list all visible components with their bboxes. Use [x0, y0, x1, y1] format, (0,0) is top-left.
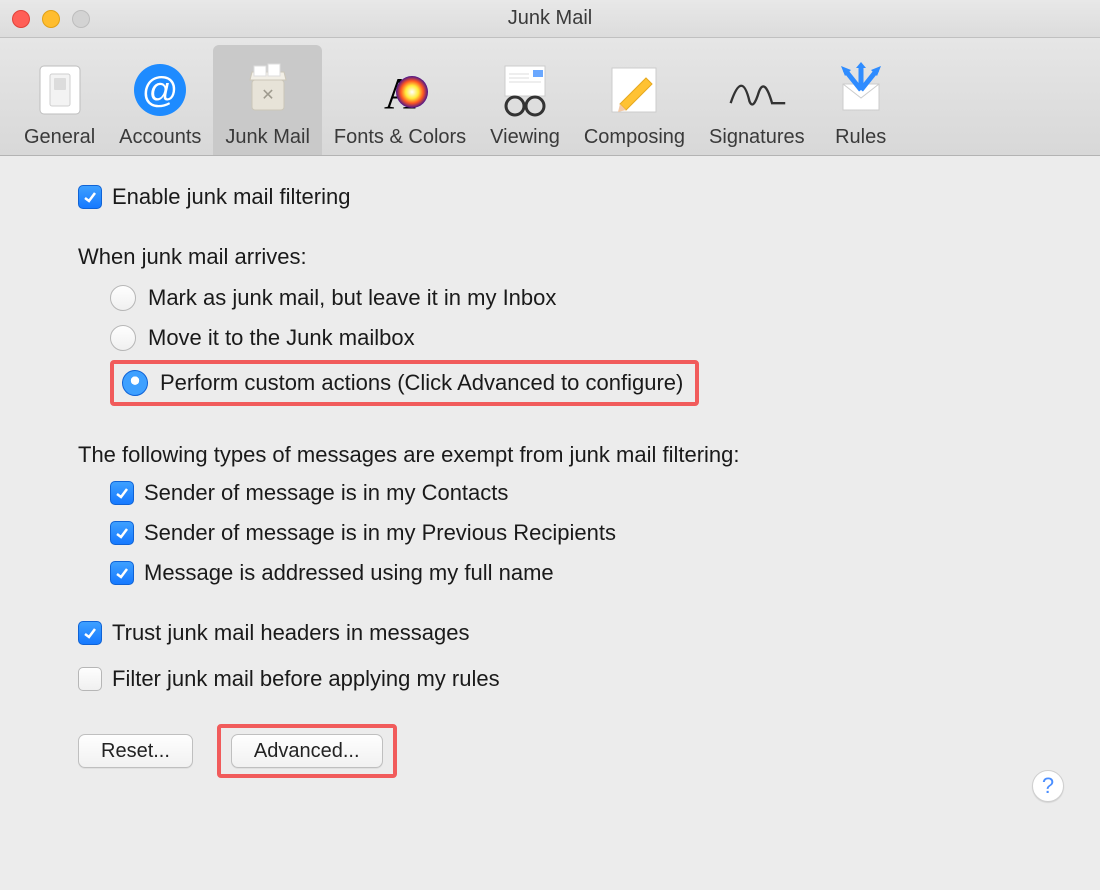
tab-label: Junk Mail	[225, 126, 309, 149]
enable-junk-checkbox[interactable]	[78, 185, 102, 209]
radio-move-to-junk[interactable]: Move it to the Junk mailbox	[110, 318, 1040, 358]
radio-mark-as-junk[interactable]: Mark as junk mail, but leave it in my In…	[110, 278, 1040, 318]
tab-label: Signatures	[709, 126, 805, 149]
radio-label: Move it to the Junk mailbox	[148, 325, 415, 351]
exempt-previous-row: Sender of message is in my Previous Reci…	[110, 516, 1040, 550]
highlight-advanced: Advanced...	[217, 724, 397, 778]
tab-general[interactable]: General	[12, 45, 107, 155]
exempt-label: Sender of message is in my Contacts	[144, 480, 508, 506]
tab-signatures[interactable]: Signatures	[697, 45, 817, 155]
content-pane: Enable junk mail filtering When junk mai…	[0, 156, 1100, 800]
exempt-contacts-row: Sender of message is in my Contacts	[110, 476, 1040, 510]
tab-rules[interactable]: Rules	[817, 45, 905, 155]
preferences-toolbar: General @ Accounts ✕ Junk Mail A	[0, 38, 1100, 156]
tab-composing[interactable]: Composing	[572, 45, 697, 155]
help-icon: ?	[1042, 773, 1054, 799]
radio-perform-custom[interactable]: Perform custom actions (Click Advanced t…	[118, 368, 687, 398]
trash-icon: ✕	[236, 58, 300, 122]
radio-icon	[122, 370, 148, 396]
exempt-contacts-checkbox[interactable]	[110, 481, 134, 505]
exempt-label: Sender of message is in my Previous Reci…	[144, 520, 616, 546]
filter-before-row: Filter junk mail before applying my rule…	[78, 666, 1040, 692]
arrives-options: Mark as junk mail, but leave it in my In…	[78, 278, 1040, 408]
at-icon: @	[128, 58, 192, 122]
advanced-button[interactable]: Advanced...	[231, 734, 383, 768]
signature-icon	[725, 58, 789, 122]
enable-junk-label: Enable junk mail filtering	[112, 184, 350, 210]
tab-viewing[interactable]: Viewing	[478, 45, 572, 155]
pencil-icon	[602, 58, 666, 122]
radio-icon	[110, 285, 136, 311]
tab-fonts-colors[interactable]: A Fonts & Colors	[322, 45, 478, 155]
arrives-heading: When junk mail arrives:	[78, 244, 1040, 270]
exempt-fullname-row: Message is addressed using my full name	[110, 556, 1040, 590]
tab-label: Accounts	[119, 126, 201, 149]
tab-label: General	[24, 126, 95, 149]
exempt-list: Sender of message is in my Contacts Send…	[78, 476, 1040, 590]
trust-headers-checkbox[interactable]	[78, 621, 102, 645]
enable-junk-row: Enable junk mail filtering	[78, 184, 1040, 210]
tab-junk-mail[interactable]: ✕ Junk Mail	[213, 45, 321, 155]
exempt-label: Message is addressed using my full name	[144, 560, 554, 586]
trust-headers-label: Trust junk mail headers in messages	[112, 620, 469, 646]
radio-label: Perform custom actions (Click Advanced t…	[160, 370, 683, 396]
filter-before-label: Filter junk mail before applying my rule…	[112, 666, 500, 692]
glasses-icon	[493, 58, 557, 122]
reset-button[interactable]: Reset...	[78, 734, 193, 768]
filter-before-checkbox[interactable]	[78, 667, 102, 691]
titlebar: Junk Mail	[0, 0, 1100, 38]
tab-label: Composing	[584, 126, 685, 149]
tab-label: Viewing	[490, 126, 560, 149]
exempt-heading: The following types of messages are exem…	[78, 442, 1040, 468]
help-button[interactable]: ?	[1032, 770, 1064, 802]
exempt-fullname-checkbox[interactable]	[110, 561, 134, 585]
trust-headers-row: Trust junk mail headers in messages	[78, 620, 1040, 646]
svg-text:✕: ✕	[261, 87, 274, 104]
svg-text:@: @	[142, 69, 179, 110]
switch-icon	[28, 58, 92, 122]
tab-label: Rules	[835, 126, 886, 149]
radio-label: Mark as junk mail, but leave it in my In…	[148, 285, 556, 311]
window-title: Junk Mail	[0, 7, 1100, 30]
tab-accounts[interactable]: @ Accounts	[107, 45, 213, 155]
radio-icon	[110, 325, 136, 351]
button-row: Reset... Advanced...	[78, 722, 1040, 780]
rules-icon	[829, 58, 893, 122]
fonts-colors-icon: A	[368, 58, 432, 122]
tab-label: Fonts & Colors	[334, 126, 466, 149]
exempt-previous-checkbox[interactable]	[110, 521, 134, 545]
highlight-perform-custom: Perform custom actions (Click Advanced t…	[110, 360, 699, 406]
